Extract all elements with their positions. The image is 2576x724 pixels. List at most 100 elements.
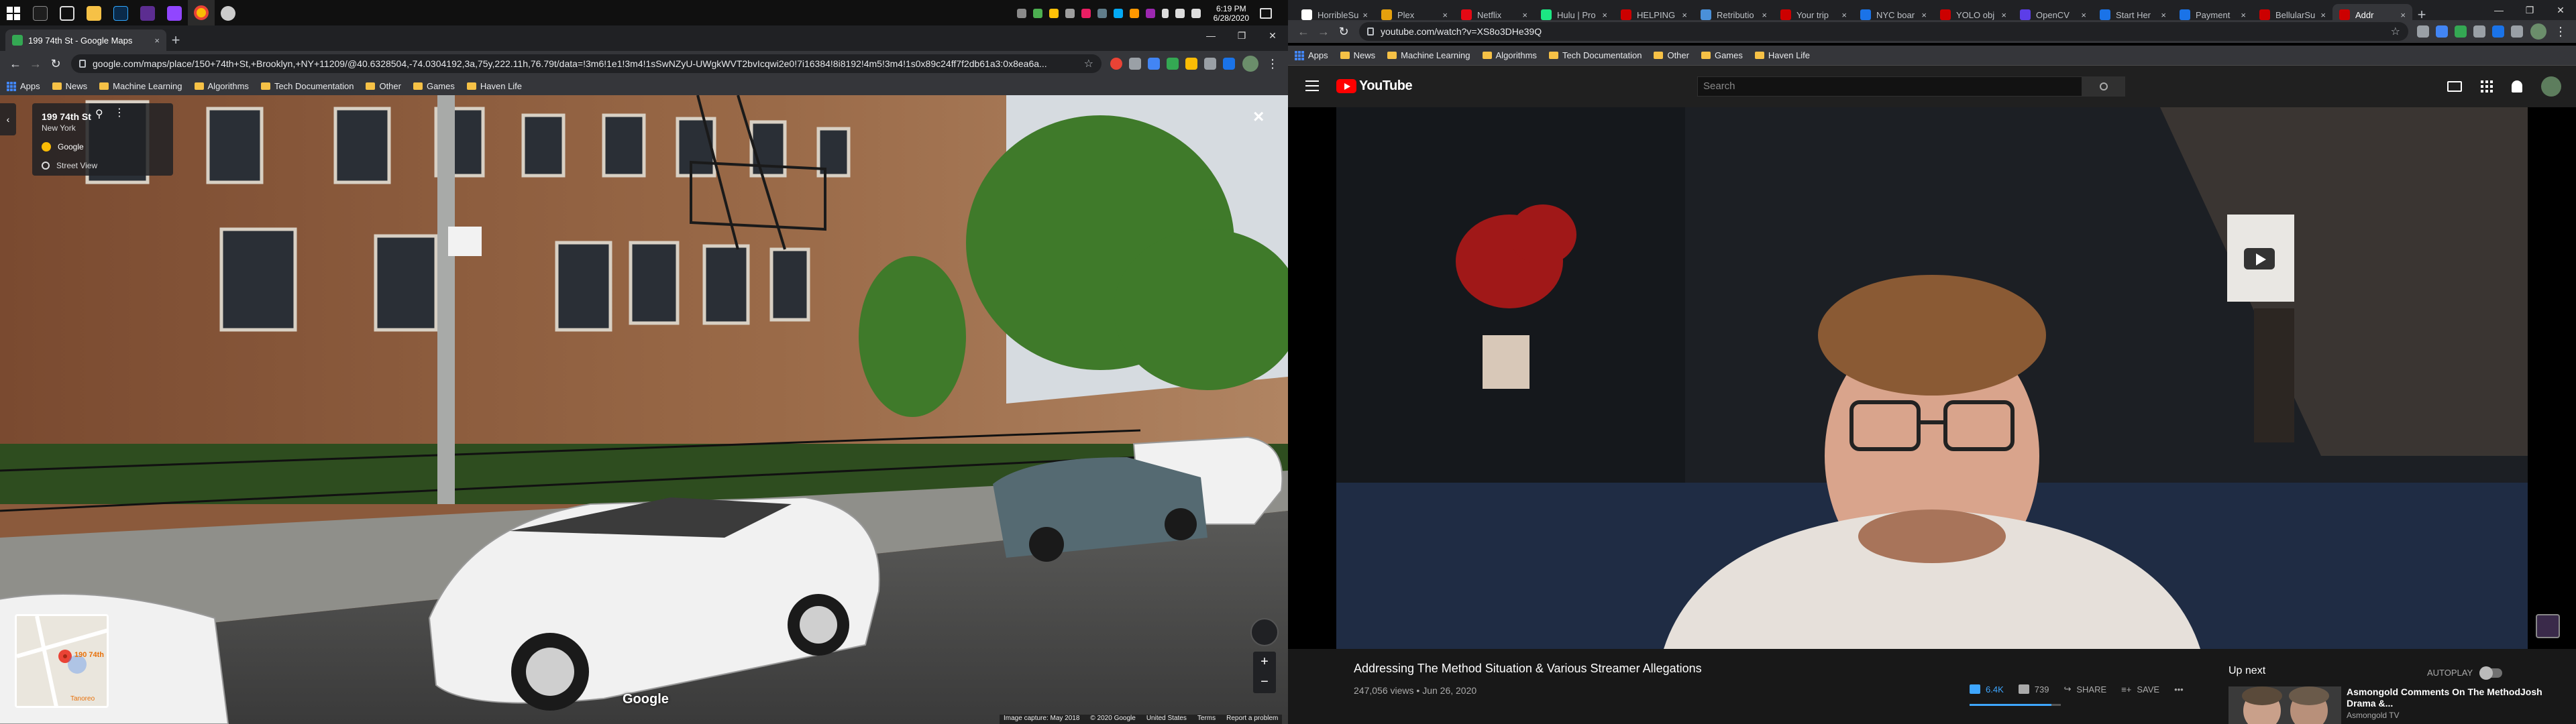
bookmark-star-icon[interactable]: ☆ [1084, 57, 1093, 70]
bookmark-tech-documentation[interactable]: Tech Documentation [1548, 50, 1642, 60]
extension-icon[interactable] [1129, 58, 1141, 70]
extension-icon[interactable] [1185, 58, 1197, 70]
network-icon[interactable] [1175, 9, 1185, 18]
create-video-icon[interactable] [2447, 81, 2462, 92]
next-video-title[interactable]: Asmongold Comments On The MethodJosh Dra… [2347, 686, 2561, 709]
autoplay-toggle[interactable] [2479, 666, 2503, 680]
extension-icon[interactable] [2455, 25, 2467, 38]
bookmark-news[interactable]: News [52, 81, 87, 91]
bookmark-other[interactable]: Other [1654, 50, 1689, 60]
tab-close-icon[interactable]: × [2081, 10, 2086, 20]
bookmark-tech-documentation[interactable]: Tech Documentation [260, 81, 354, 91]
location-pin-icon[interactable]: ⚲ [95, 107, 103, 121]
tray-icon[interactable] [1032, 9, 1042, 18]
taskbar-chrome[interactable] [188, 0, 215, 27]
taskbar-explorer[interactable] [80, 0, 107, 27]
tray-icon[interactable] [1129, 9, 1139, 18]
extension-icon[interactable] [2436, 25, 2448, 38]
dislike-button[interactable]: 739 [2018, 684, 2049, 695]
taskbar-taskview[interactable] [54, 0, 80, 27]
collapse-panel-button[interactable]: ‹ [0, 103, 16, 135]
more-actions-button[interactable]: ••• [2174, 684, 2184, 695]
tab-close-icon[interactable]: × [1442, 10, 1448, 20]
tab-close-icon[interactable]: × [1602, 10, 1607, 20]
bookmark-algorithms[interactable]: Algorithms [1482, 50, 1537, 60]
bookmark-news[interactable]: News [1340, 50, 1375, 60]
extension-icon[interactable] [1148, 58, 1160, 70]
like-button[interactable]: 6.4K [1970, 684, 2004, 695]
clock[interactable]: 6:19 PM 6/28/2020 [1214, 4, 1249, 23]
start-button[interactable] [0, 0, 27, 27]
tab-close-icon[interactable]: × [1841, 10, 1847, 20]
tray-icon[interactable] [1049, 9, 1059, 18]
tray-icon[interactable] [1081, 9, 1091, 18]
tab-close-icon[interactable]: × [2241, 10, 2246, 20]
extension-icon[interactable] [2473, 25, 2485, 38]
notification-icon[interactable] [1260, 8, 1272, 19]
zoom-in-button[interactable]: + [1253, 652, 1276, 672]
search-button[interactable] [2082, 76, 2125, 97]
apps-icon[interactable] [2481, 80, 2493, 93]
tab-close-icon[interactable]: × [1682, 10, 1687, 20]
maximize-icon[interactable]: ❐ [2514, 0, 2545, 20]
street-view-panorama[interactable]: ‹ 199 74th St New York Google Street Vie… [0, 95, 1288, 724]
extension-icon[interactable] [1204, 58, 1216, 70]
tray-icon[interactable] [1016, 9, 1026, 18]
reload-button[interactable]: ↻ [1334, 21, 1354, 42]
share-button[interactable]: ↪ SHARE [2063, 684, 2106, 695]
forward-button[interactable]: → [1313, 21, 1334, 42]
zoom-out-button[interactable]: − [1253, 672, 1276, 692]
bookmark-games[interactable]: Games [1701, 50, 1743, 60]
address-bar[interactable]: youtube.com/watch?v=XS8o3DHe39Q ☆ [1359, 22, 2408, 41]
profile-avatar[interactable] [2530, 23, 2546, 40]
bookmark-apps[interactable]: Apps [7, 81, 40, 91]
bookmark-machine-learning[interactable]: Machine Learning [99, 81, 182, 91]
profile-avatar[interactable] [1242, 56, 1258, 72]
tab-close-icon[interactable]: × [1362, 10, 1368, 20]
channel-watermark-icon[interactable] [2536, 614, 2560, 638]
account-avatar[interactable] [2541, 76, 2561, 97]
next-video-channel[interactable]: Asmongold TV [2347, 711, 2400, 720]
tray-icon[interactable] [1097, 9, 1107, 18]
taskbar-ps[interactable] [107, 0, 134, 27]
mini-map[interactable]: 190 74th Tanoreo [15, 614, 109, 708]
new-tab-button[interactable]: + [166, 29, 185, 51]
battery-icon[interactable] [1161, 9, 1169, 18]
tray-icon[interactable] [1113, 9, 1123, 18]
address-bar[interactable]: google.com/maps/place/150+74th+St,+Brook… [71, 54, 1102, 73]
volume-icon[interactable] [1191, 9, 1201, 18]
tab-close-icon[interactable]: × [2161, 10, 2166, 20]
bookmark-star-icon[interactable]: ☆ [2391, 25, 2400, 38]
taskbar-app[interactable] [215, 0, 241, 27]
tab-close-icon[interactable]: × [1522, 10, 1527, 20]
search-input[interactable]: Search [1697, 76, 2082, 97]
extension-icon[interactable] [1223, 58, 1235, 70]
reload-button[interactable]: ↻ [46, 54, 66, 74]
close-street-view-button[interactable]: × [1253, 106, 1264, 127]
report-problem-link[interactable]: Report a problem [1226, 715, 1278, 724]
tab-close-icon[interactable]: × [2320, 10, 2326, 20]
chrome-menu-icon[interactable]: ⋮ [2551, 25, 2571, 39]
tab-close-icon[interactable]: × [2400, 10, 2406, 20]
minimize-icon[interactable]: — [2483, 0, 2514, 20]
tray-icon[interactable] [1145, 9, 1155, 18]
tab-close-icon[interactable]: × [1921, 10, 1927, 20]
bookmark-games[interactable]: Games [413, 81, 455, 91]
taskbar-vs[interactable] [134, 0, 161, 27]
compass-icon[interactable] [1250, 618, 1279, 646]
bookmark-algorithms[interactable]: Algorithms [194, 81, 249, 91]
forward-button[interactable]: → [25, 54, 46, 74]
close-window-icon[interactable]: ✕ [1257, 25, 1288, 46]
next-video-thumbnail[interactable] [2229, 686, 2341, 724]
tab-close-icon[interactable]: × [2001, 10, 2006, 20]
taskbar-terminal[interactable] [27, 0, 54, 27]
extension-icon[interactable] [2492, 25, 2504, 38]
back-button[interactable]: ← [5, 54, 25, 74]
tab-close-icon[interactable]: × [154, 36, 160, 46]
extension-icon[interactable] [1110, 58, 1122, 70]
extension-icon[interactable] [2417, 25, 2429, 38]
back-button[interactable]: ← [1293, 21, 1313, 42]
bookmark-haven-life[interactable]: Haven Life [1754, 50, 1810, 60]
tab-google-maps[interactable]: 199 74th St - Google Maps × [5, 29, 166, 51]
chrome-menu-icon[interactable]: ⋮ [1263, 57, 1283, 71]
